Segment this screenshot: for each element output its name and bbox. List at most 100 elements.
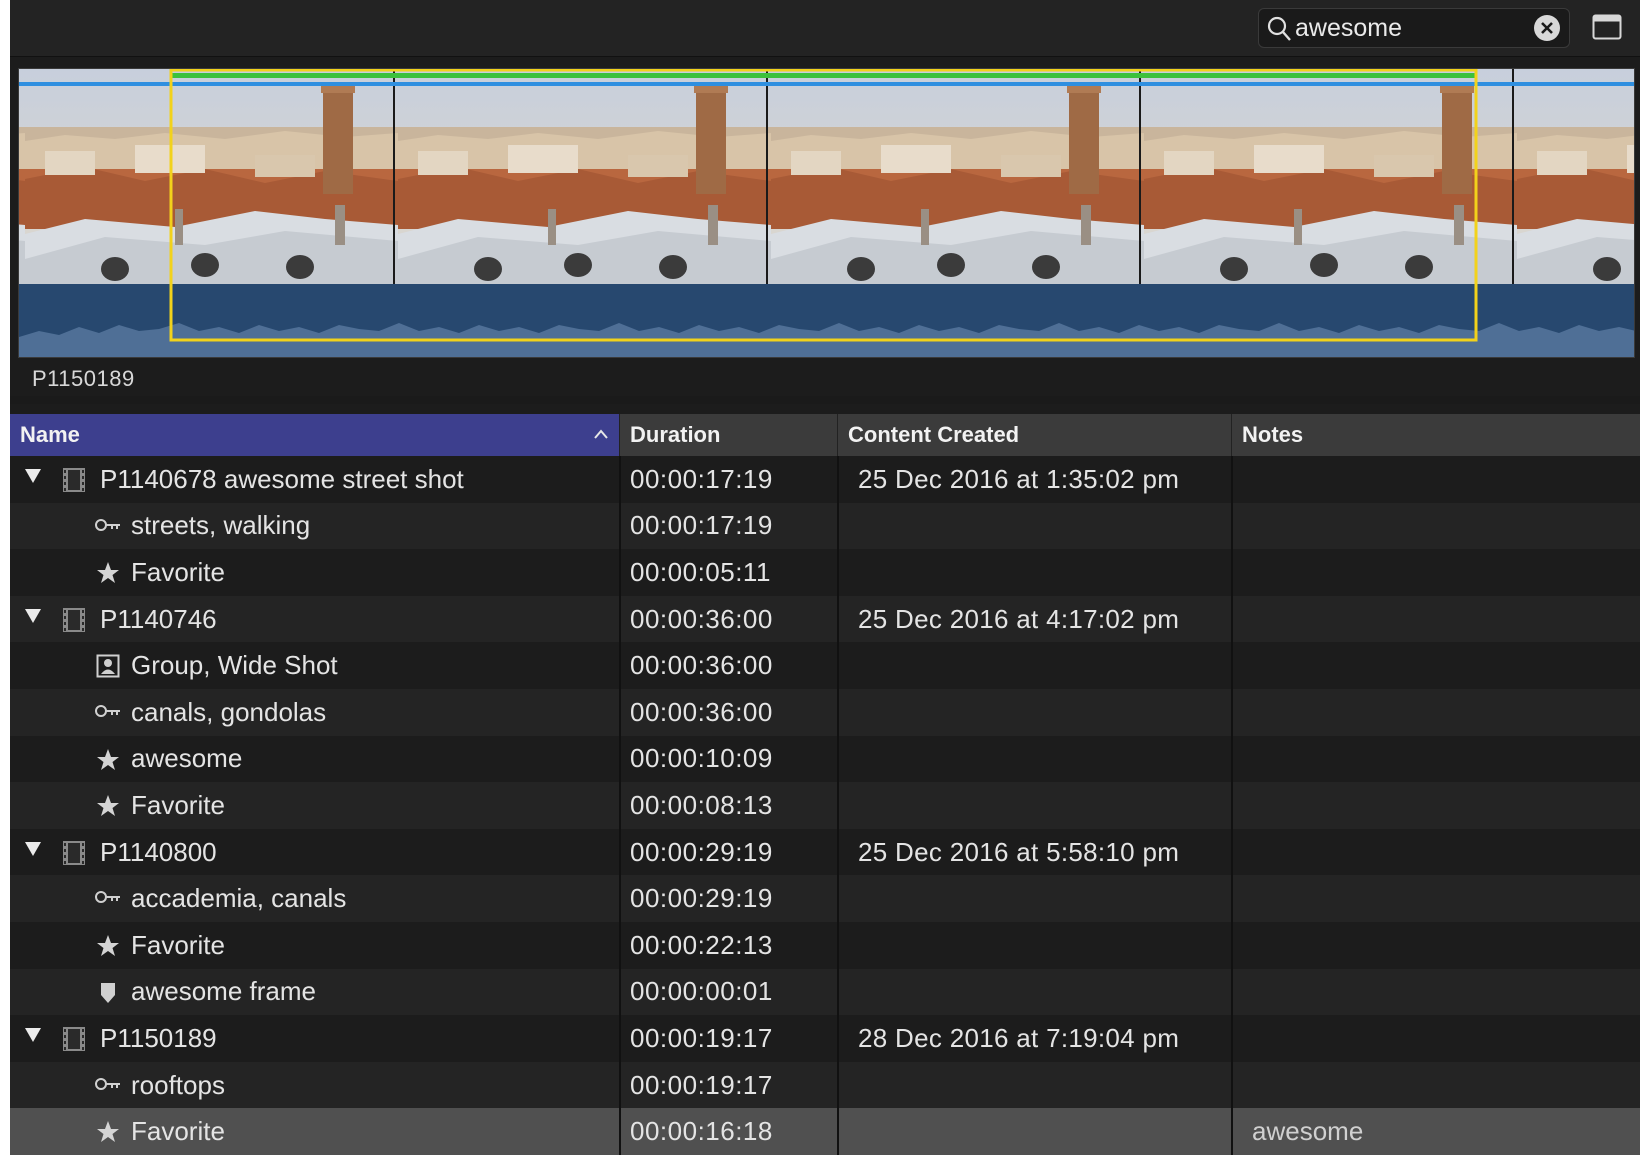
duration-cell: 00:00:22:13 <box>630 929 773 960</box>
content-created-cell <box>858 969 1232 1016</box>
clip-row[interactable]: P1150189 00:00:19:17 28 Dec 2016 at 7:19:0… <box>10 1015 1640 1062</box>
name-cell: accademia, canals <box>10 875 620 922</box>
star-icon <box>94 794 122 823</box>
notes-cell[interactable] <box>1252 642 1640 689</box>
name-cell: streets, walking <box>10 503 620 550</box>
name-cell: P1140678 awesome street shot <box>10 456 620 503</box>
range-row[interactable]: Group, Wide Shot 00:00:36:00 <box>10 642 1640 689</box>
table-rows: P1140678 awesome street shot 00:00:17:19 2… <box>10 456 1640 1155</box>
notes-cell[interactable] <box>1252 829 1640 876</box>
name-cell: awesome <box>10 736 620 783</box>
search-field[interactable] <box>1258 8 1570 48</box>
name-cell: awesome frame <box>10 969 620 1016</box>
duration-cell: 00:00:29:19 <box>630 883 773 914</box>
content-created-cell <box>858 782 1232 829</box>
star-icon <box>94 561 122 590</box>
name-cell: Favorite <box>10 549 620 596</box>
disclosure-triangle-icon[interactable] <box>24 841 42 857</box>
column-divider <box>1231 456 1233 1155</box>
column-header-content-created[interactable]: Content Created <box>838 414 1232 456</box>
notes-cell[interactable] <box>1252 1015 1640 1062</box>
range-row[interactable]: streets, walking 00:00:17:19 <box>10 502 1640 550</box>
range-name: Favorite <box>131 556 225 587</box>
notes-cell[interactable] <box>1252 549 1640 596</box>
notes-cell[interactable] <box>1252 503 1640 550</box>
people-icon <box>94 654 122 683</box>
range-row[interactable]: awesome 00:00:10:09 <box>10 736 1640 783</box>
film-icon <box>62 1026 86 1059</box>
name-cell: Favorite <box>10 782 620 829</box>
search-input[interactable] <box>1295 13 1525 43</box>
column-header-name[interactable]: Name <box>10 414 620 456</box>
notes-cell[interactable] <box>1252 456 1640 503</box>
window-layout-icon[interactable] <box>1592 14 1622 40</box>
column-divider <box>837 456 839 1155</box>
clip-row[interactable]: P1140800 00:00:29:19 25 Dec 2016 at 5:58:1… <box>10 829 1640 876</box>
content-created-cell <box>858 503 1232 550</box>
notes-cell[interactable] <box>1252 1062 1640 1109</box>
range-name: awesome <box>131 743 243 774</box>
range-row[interactable]: Favorite 00:00:05:11 <box>10 549 1640 596</box>
duration-cell: 00:00:36:00 <box>630 696 773 727</box>
notes-cell[interactable]: awesome <box>1252 1108 1640 1155</box>
notes-cell[interactable] <box>1252 689 1640 736</box>
range-name: awesome frame <box>131 976 316 1007</box>
clip-filmstrip[interactable] <box>18 68 1635 358</box>
star-icon <box>94 748 122 777</box>
content-created-cell <box>858 549 1232 596</box>
star-icon <box>94 1120 122 1149</box>
disclosure-triangle-icon[interactable] <box>24 1027 42 1043</box>
notes-cell[interactable] <box>1252 969 1640 1016</box>
name-cell: Favorite <box>10 922 620 969</box>
notes-cell[interactable] <box>1252 922 1640 969</box>
content-created-cell <box>858 875 1232 922</box>
content-created-cell: 28 Dec 2016 at 7:19:04 pm <box>858 1022 1180 1053</box>
keyword-icon <box>94 515 122 540</box>
film-icon <box>62 607 86 640</box>
marker-icon <box>94 981 122 1010</box>
clip-list-table: Name Duration Content Created Notes P114… <box>10 414 1640 1155</box>
range-row[interactable]: Favorite 00:00:16:18 awesome <box>10 1108 1640 1155</box>
clear-search-icon[interactable] <box>1533 14 1561 42</box>
notes-cell[interactable] <box>1252 596 1640 643</box>
star-icon <box>94 934 122 963</box>
content-created-cell: 25 Dec 2016 at 5:58:10 pm <box>858 836 1180 867</box>
range-row[interactable]: Favorite 00:00:08:13 <box>10 782 1640 829</box>
content-created-cell <box>858 922 1232 969</box>
keyword-icon <box>94 701 122 726</box>
duration-cell: 00:00:05:11 <box>630 556 771 587</box>
notes-cell[interactable] <box>1252 782 1640 829</box>
range-row[interactable]: rooftops 00:00:19:17 <box>10 1061 1640 1109</box>
name-cell: P1140800 <box>10 829 620 876</box>
duration-cell: 00:00:17:19 <box>630 463 773 494</box>
keyword-icon <box>94 1074 122 1099</box>
range-row[interactable]: Favorite 00:00:22:13 <box>10 922 1640 969</box>
clip-row[interactable]: P1140746 00:00:36:00 25 Dec 2016 at 4:17:0… <box>10 595 1640 643</box>
duration-cell: 00:00:16:18 <box>630 1116 773 1147</box>
range-row[interactable]: awesome frame 00:00:00:01 <box>10 968 1640 1016</box>
film-icon <box>62 840 86 873</box>
duration-cell: 00:00:29:19 <box>630 836 773 867</box>
column-header-notes[interactable]: Notes <box>1232 414 1640 456</box>
duration-cell: 00:00:36:00 <box>630 603 773 634</box>
search-icon <box>1267 16 1291 41</box>
disclosure-triangle-icon[interactable] <box>24 608 42 624</box>
column-header-duration[interactable]: Duration <box>620 414 838 456</box>
range-row[interactable]: canals, gondolas 00:00:36:00 <box>10 688 1640 736</box>
duration-cell: 00:00:17:19 <box>630 510 773 541</box>
clip-name: P1140800 <box>100 836 217 867</box>
range-row[interactable]: accademia, canals 00:00:29:19 <box>10 875 1640 922</box>
duration-cell: 00:00:36:00 <box>630 650 773 681</box>
disclosure-triangle-icon[interactable] <box>24 468 42 484</box>
clip-row[interactable]: P1140678 awesome street shot 00:00:17:19 2… <box>10 456 1640 503</box>
duration-cell: 00:00:08:13 <box>630 789 773 820</box>
name-cell: P1140746 <box>10 596 620 643</box>
range-name: Group, Wide Shot <box>131 650 338 681</box>
notes-cell[interactable] <box>1252 736 1640 783</box>
notes-cell[interactable] <box>1252 875 1640 922</box>
sort-ascending-icon[interactable] <box>593 428 609 440</box>
content-created-cell <box>858 689 1232 736</box>
column-divider <box>619 456 621 1155</box>
pane-divider <box>10 396 1640 800</box>
duration-cell: 00:00:10:09 <box>630 743 773 774</box>
